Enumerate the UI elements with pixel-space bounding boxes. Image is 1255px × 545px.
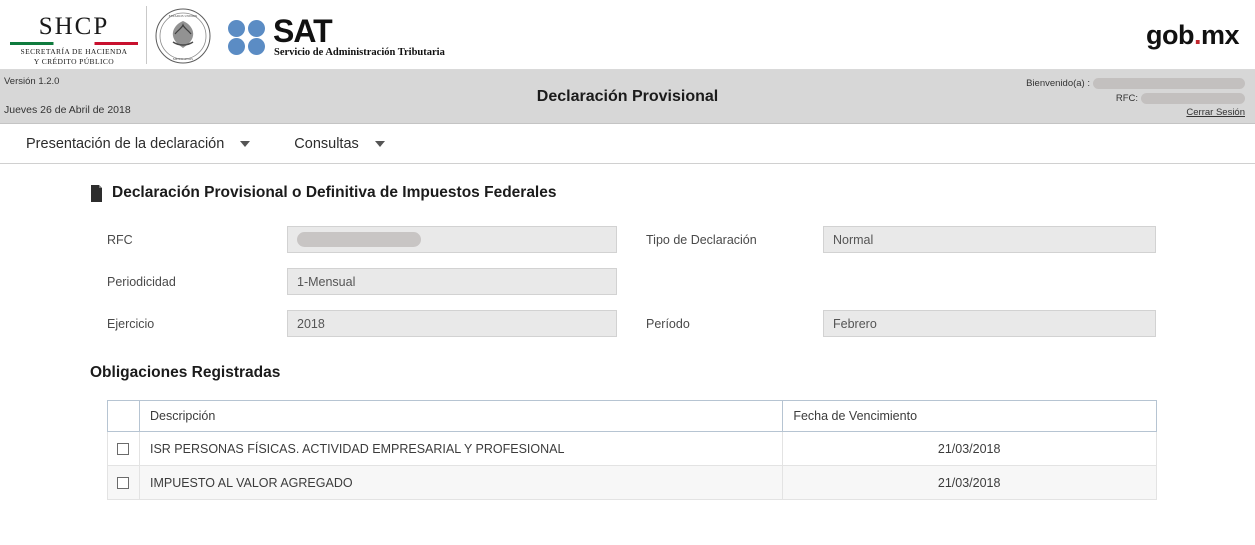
chevron-down-icon	[374, 140, 385, 147]
row-checkbox[interactable]	[117, 443, 130, 456]
row-descripcion: ISR PERSONAS FÍSICAS. ACTIVIDAD EMPRESAR…	[138, 431, 784, 466]
shcp-flag-rule	[10, 42, 138, 46]
rfc-row: RFC:	[975, 91, 1245, 106]
field-rfc-value-redacted	[297, 232, 421, 247]
logo-divider	[146, 6, 147, 64]
nav-item-consultas[interactable]: Consultas	[294, 135, 385, 152]
svg-text:MEXICANOS: MEXICANOS	[173, 57, 193, 61]
field-rfc-label: RFC	[107, 232, 133, 247]
shcp-subtitle-line1: SECRETARÍA DE HACIENDA	[20, 47, 128, 57]
row-fecha: 21/03/2018	[782, 465, 1157, 500]
field-periodicidad-input[interactable]: 1-Mensual	[287, 268, 617, 295]
page-title-text: Declaración Provisional o Definitiva de …	[112, 184, 557, 201]
gobmx-suffix: mx	[1200, 20, 1240, 50]
chevron-down-icon	[240, 140, 251, 147]
field-tipo-declaracion-label: Tipo de Declaración	[646, 232, 757, 247]
current-date-label: Jueves 26 de Abril de 2018	[4, 104, 131, 116]
welcome-value-redacted	[1093, 78, 1245, 89]
sat-dots-icon	[228, 20, 268, 55]
svg-text:ESTADOS UNIDOS: ESTADOS UNIDOS	[169, 14, 198, 18]
obligations-table-body: ISR PERSONAS FÍSICAS. ACTIVIDAD EMPRESAR…	[107, 431, 1157, 500]
sat-tagline: Servicio de Administración Tributaria	[274, 47, 445, 58]
main-navigation: Presentación de la declaración Consultas	[0, 124, 1255, 164]
obligations-table-wrapper: Descripción Fecha de Vencimiento ISR PER…	[107, 400, 1157, 500]
document-icon	[91, 184, 102, 202]
version-label: Versión 1.2.0	[4, 76, 60, 87]
mexican-coat-of-arms-icon: ESTADOS UNIDOS MEXICANOS	[155, 8, 211, 64]
field-periodo-label: Período	[646, 316, 690, 331]
brand-header: SHCP SECRETARÍA DE HACIENDA Y CRÉDITO PÚ…	[0, 0, 1255, 70]
nav-item-presentacion-label: Presentación de la declaración	[26, 135, 225, 152]
row-select-cell[interactable]	[107, 465, 140, 500]
obligations-table-head: Descripción Fecha de Vencimiento	[107, 400, 1157, 432]
main-content: Declaración Provisional o Definitiva de …	[0, 164, 1255, 500]
declaration-form: RFC Periodicidad 1-Mensual Ejercicio 201…	[0, 226, 1255, 338]
welcome-label: Bienvenido(a) :	[1026, 78, 1090, 89]
row-checkbox[interactable]	[117, 477, 130, 490]
obligations-table: Descripción Fecha de Vencimiento ISR PER…	[107, 400, 1157, 500]
column-header-select	[107, 400, 140, 432]
rfc-label: RFC:	[1115, 93, 1138, 104]
shcp-logo: SHCP SECRETARÍA DE HACIENDA Y CRÉDITO PÚ…	[8, 13, 140, 66]
gobmx-dot: .	[1193, 20, 1202, 50]
session-info: Bienvenido(a) : RFC: Cerrar Sesión	[975, 76, 1245, 118]
field-tipo-declaracion-input[interactable]: Normal	[823, 226, 1156, 253]
welcome-row: Bienvenido(a) :	[975, 76, 1245, 91]
shcp-wordmark: SHCP	[38, 13, 110, 40]
table-header-row: Descripción Fecha de Vencimiento	[107, 400, 1157, 432]
field-periodicidad-label: Periodicidad	[107, 274, 176, 289]
gobmx-logo[interactable]: gob.mx	[1145, 20, 1240, 51]
obligations-heading: Obligaciones Registradas	[90, 364, 281, 381]
gobmx-prefix: gob	[1145, 20, 1194, 50]
nav-item-presentacion[interactable]: Presentación de la declaración	[26, 135, 251, 152]
info-bar: Versión 1.2.0 Jueves 26 de Abril de 2018…	[0, 70, 1255, 124]
page-title: Declaración Provisional o Definitiva de …	[90, 184, 1255, 202]
column-header-fecha: Fecha de Vencimiento	[782, 400, 1157, 432]
field-ejercicio-label: Ejercicio	[107, 316, 155, 331]
shcp-subtitle-line2: Y CRÉDITO PÚBLICO	[33, 56, 115, 66]
sat-wordmark: SAT	[273, 13, 333, 49]
rfc-value-redacted	[1141, 93, 1245, 104]
field-periodo-input[interactable]: Febrero	[823, 310, 1156, 337]
field-ejercicio-input[interactable]: 2018	[287, 310, 617, 337]
field-tipo-declaracion: Tipo de Declaración Normal	[646, 226, 1156, 253]
nav-item-consultas-label: Consultas	[294, 135, 359, 152]
row-select-cell[interactable]	[107, 431, 140, 466]
field-periodicidad: Periodicidad 1-Mensual	[107, 268, 617, 295]
row-descripcion: IMPUESTO AL VALOR AGREGADO	[138, 465, 784, 500]
logout-row: Cerrar Sesión	[975, 107, 1245, 118]
field-rfc: RFC	[107, 226, 617, 253]
table-row[interactable]: IMPUESTO AL VALOR AGREGADO 21/03/2018	[107, 465, 1157, 500]
table-row[interactable]: ISR PERSONAS FÍSICAS. ACTIVIDAD EMPRESAR…	[107, 431, 1157, 466]
column-header-descripcion: Descripción	[138, 400, 784, 432]
field-ejercicio: Ejercicio 2018	[107, 310, 617, 337]
row-fecha: 21/03/2018	[782, 431, 1157, 466]
field-periodo: Período Febrero	[646, 310, 1156, 337]
field-rfc-input[interactable]	[287, 226, 617, 253]
logout-link[interactable]: Cerrar Sesión	[1186, 107, 1245, 118]
